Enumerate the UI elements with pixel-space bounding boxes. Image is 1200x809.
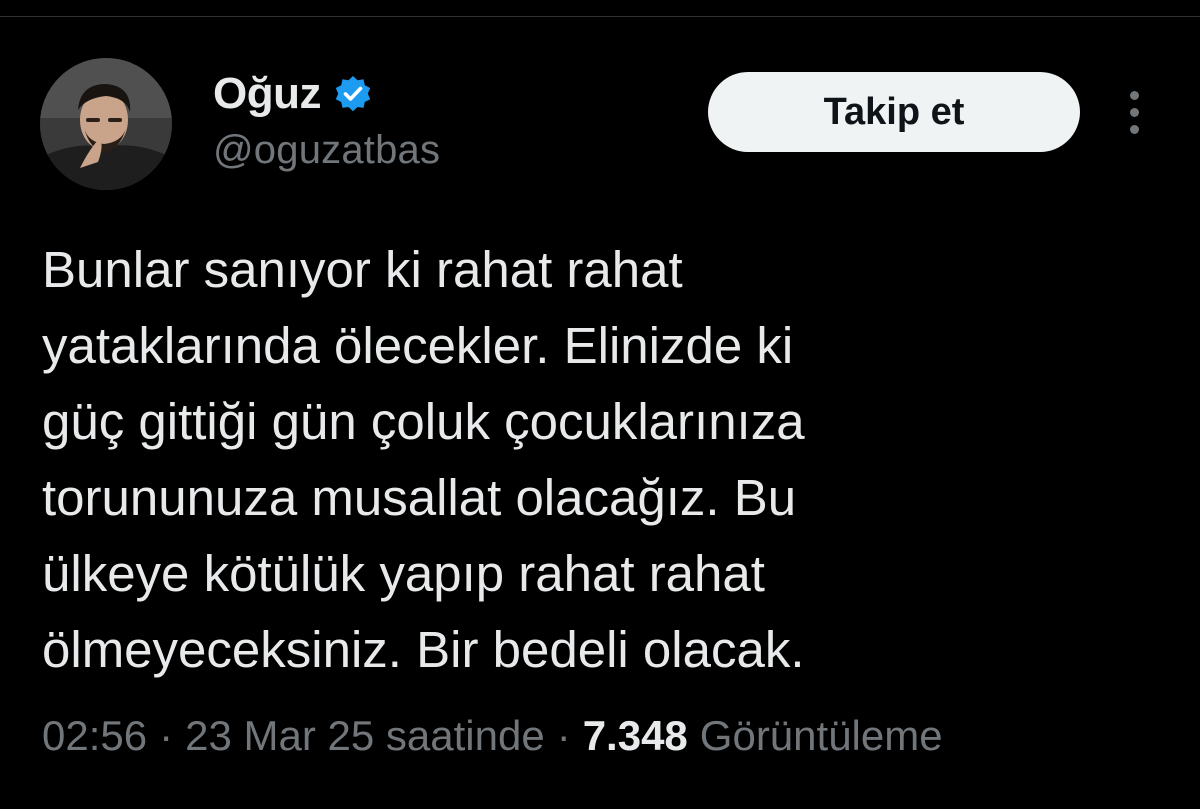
tweet-text-line: torununuza musallat olacağız. Bu xyxy=(42,469,797,526)
tweet-text-line: ölmeyeceksiniz. Bir bedeli olacak. xyxy=(42,621,805,678)
tweet-text-line: ülkeye kötülük yapıp rahat rahat xyxy=(42,545,765,602)
views-count: 7.348 xyxy=(582,712,688,759)
tweet-text-line: yataklarında ölecekler. Elinizde ki xyxy=(42,317,794,374)
follow-button[interactable]: Takip et xyxy=(708,72,1080,152)
more-vertical-icon-dot xyxy=(1129,124,1139,134)
top-divider xyxy=(0,16,1200,17)
more-options-button[interactable] xyxy=(1112,88,1156,136)
meta-separator: · xyxy=(556,712,571,759)
avatar[interactable] xyxy=(40,58,172,190)
author-display-name[interactable]: Oğuz xyxy=(213,69,321,119)
author-name-row[interactable]: Oğuz xyxy=(213,68,373,120)
tweet-meta: 02:56 · 23 Mar 25 saatinde · 7.348 Görün… xyxy=(42,712,943,760)
tweet-text-line: Bunlar sanıyor ki rahat rahat xyxy=(42,241,683,298)
verified-badge-icon xyxy=(333,74,373,114)
meta-separator: · xyxy=(159,712,174,759)
avatar-photo xyxy=(40,58,172,190)
tweet-date[interactable]: 23 Mar 25 saatinde xyxy=(185,712,545,760)
tweet-text: Bunlar sanıyor ki rahat rahat yatakların… xyxy=(42,232,1162,688)
more-vertical-icon-dot xyxy=(1129,107,1139,117)
author-handle[interactable]: @oguzatbas xyxy=(213,128,440,173)
tweet-text-line: güç gittiği gün çoluk çocuklarınıza xyxy=(42,393,805,450)
views-label: Görüntüleme xyxy=(699,712,943,759)
tweet-time[interactable]: 02:56 xyxy=(42,712,147,760)
more-vertical-icon xyxy=(1129,90,1139,100)
